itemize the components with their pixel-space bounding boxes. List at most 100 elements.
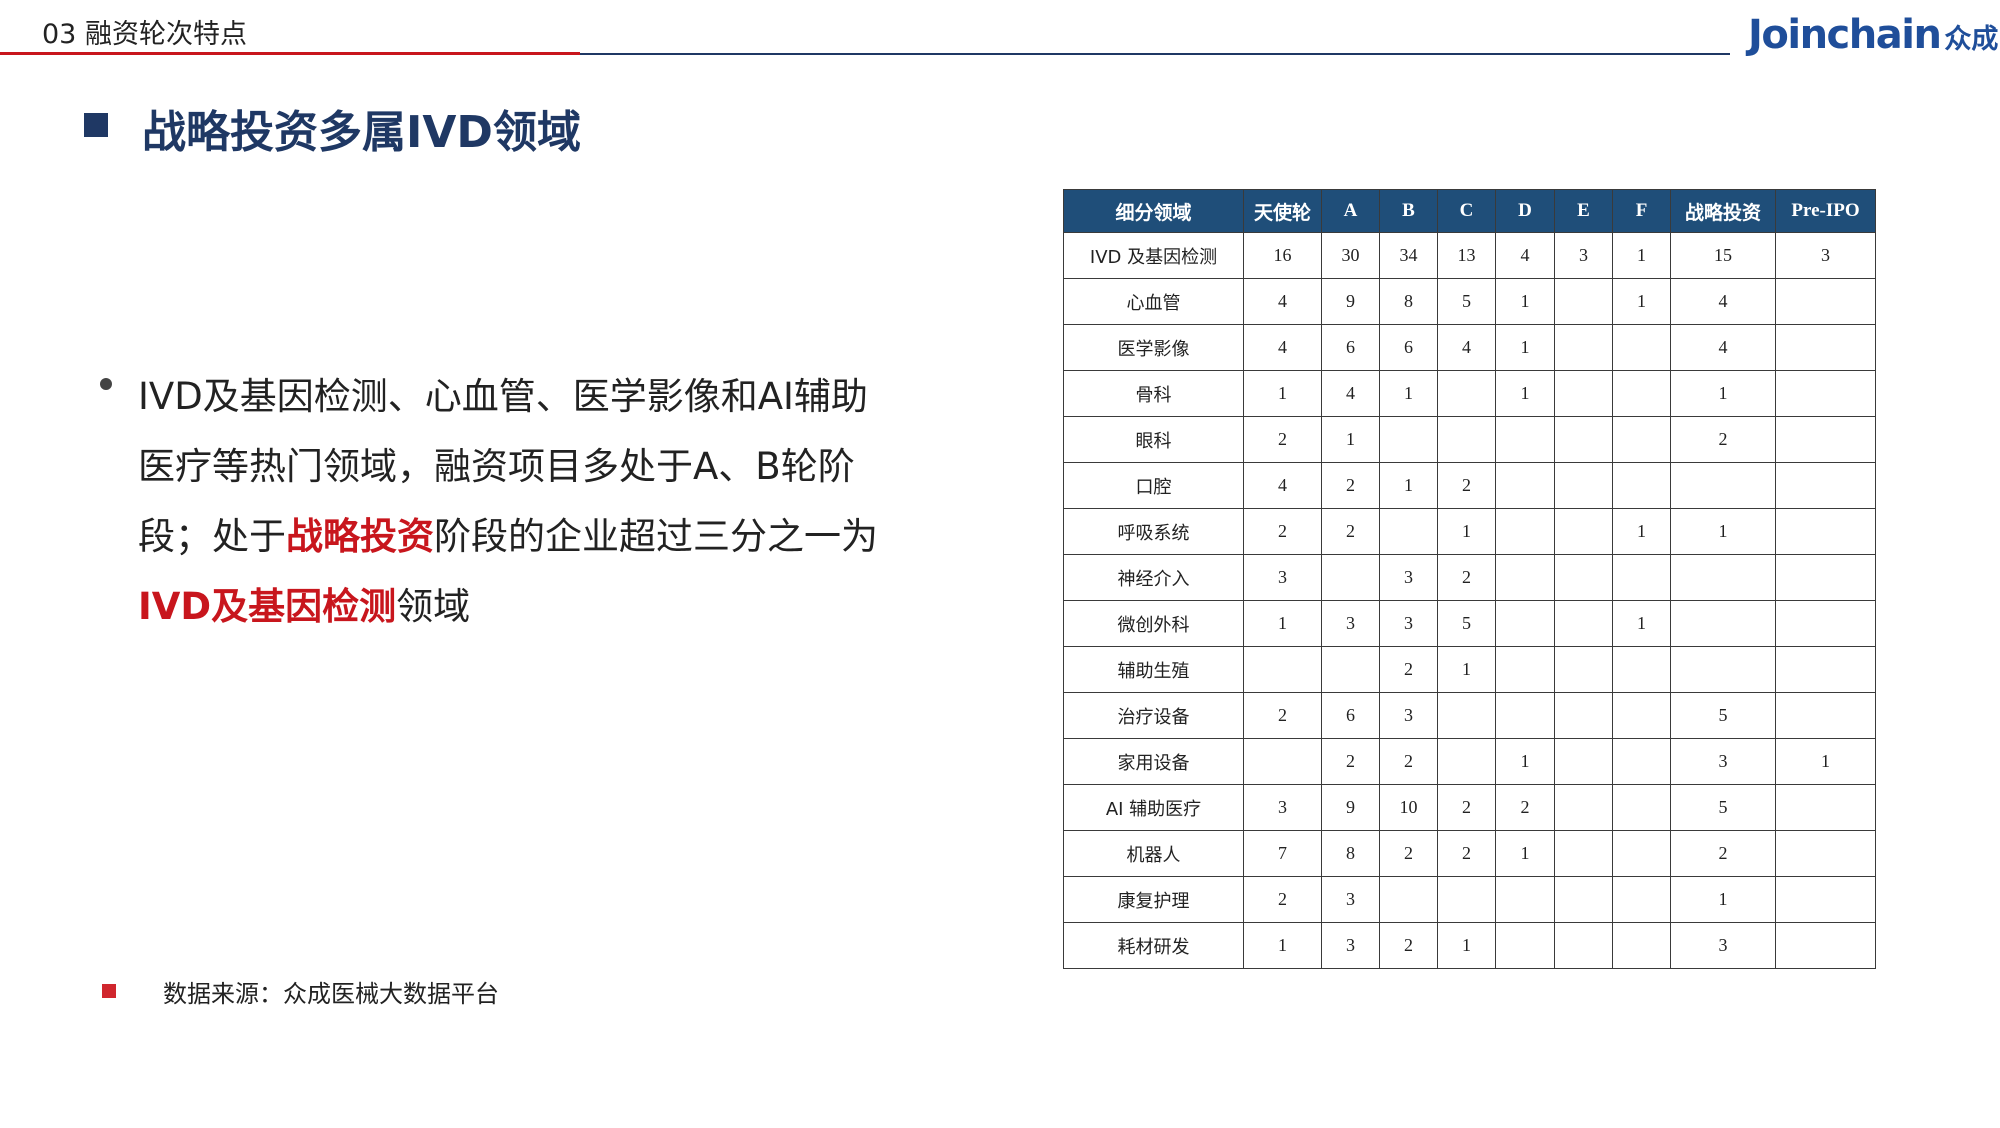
count-cell xyxy=(1612,738,1671,785)
table-row: 耗材研发 1 3 2 1 3 xyxy=(1063,922,1876,969)
count-cell xyxy=(1775,554,1876,601)
count-cell: 4 xyxy=(1243,278,1322,325)
category-cell: 眼科 xyxy=(1063,416,1244,463)
count-cell xyxy=(1495,554,1555,601)
header-cell: A xyxy=(1321,189,1380,233)
count-cell: 3 xyxy=(1670,738,1776,785)
category-cell: 治疗设备 xyxy=(1063,692,1244,739)
count-cell: 1 xyxy=(1612,278,1671,325)
count-cell: 1 xyxy=(1437,922,1496,969)
count-cell xyxy=(1321,554,1380,601)
count-cell xyxy=(1437,738,1496,785)
count-cell xyxy=(1612,416,1671,463)
count-cell xyxy=(1612,876,1671,923)
count-cell xyxy=(1554,646,1613,693)
count-cell xyxy=(1775,784,1876,831)
count-cell: 1 xyxy=(1775,738,1876,785)
count-cell xyxy=(1495,416,1555,463)
count-cell: 3 xyxy=(1243,554,1322,601)
count-cell xyxy=(1775,922,1876,969)
joinchain-logo: Joinchain 众成 xyxy=(1748,12,1998,62)
category-cell: 家用设备 xyxy=(1063,738,1244,785)
bullet-dot-icon xyxy=(100,378,112,390)
count-cell: 5 xyxy=(1670,692,1776,739)
count-cell: 4 xyxy=(1495,232,1555,279)
count-cell: 2 xyxy=(1243,508,1322,555)
count-cell xyxy=(1321,646,1380,693)
body-highlight-ivd: IVD及基因检测 xyxy=(138,585,397,628)
count-cell xyxy=(1554,416,1613,463)
count-cell xyxy=(1612,462,1671,509)
count-cell xyxy=(1437,370,1496,417)
count-cell xyxy=(1554,324,1613,371)
count-cell xyxy=(1554,830,1613,877)
count-cell xyxy=(1495,692,1555,739)
count-cell: 1 xyxy=(1321,416,1380,463)
count-cell xyxy=(1670,600,1776,647)
count-cell xyxy=(1775,278,1876,325)
category-cell: 骨科 xyxy=(1063,370,1244,417)
count-cell xyxy=(1612,370,1671,417)
slide-heading: 战略投资多属IVD领域 xyxy=(142,107,581,158)
count-cell xyxy=(1775,370,1876,417)
table-row: 辅助生殖 2 1 xyxy=(1063,646,1876,693)
count-cell: 1 xyxy=(1495,324,1555,371)
category-cell: 康复护理 xyxy=(1063,876,1244,923)
table-row: AI 辅助医疗 3 9 10 2 2 5 xyxy=(1063,784,1876,831)
count-cell: 2 xyxy=(1243,416,1322,463)
count-cell xyxy=(1670,462,1776,509)
count-cell: 1 xyxy=(1379,370,1438,417)
count-cell: 1 xyxy=(1437,646,1496,693)
section-title: 03 融资轮次特点 xyxy=(42,19,247,50)
count-cell xyxy=(1775,416,1876,463)
heading-square-bullet-icon xyxy=(84,113,108,137)
count-cell xyxy=(1554,508,1613,555)
count-cell: 2 xyxy=(1437,554,1496,601)
count-cell: 1 xyxy=(1243,600,1322,647)
count-cell: 5 xyxy=(1670,784,1776,831)
count-cell xyxy=(1554,600,1613,647)
count-cell xyxy=(1775,600,1876,647)
table-row: 治疗设备 2 6 3 5 xyxy=(1063,692,1876,739)
count-cell: 2 xyxy=(1243,692,1322,739)
count-cell: 3 xyxy=(1321,876,1380,923)
count-cell: 1 xyxy=(1495,278,1555,325)
category-cell: 口腔 xyxy=(1063,462,1244,509)
count-cell xyxy=(1379,508,1438,555)
count-cell xyxy=(1495,876,1555,923)
count-cell xyxy=(1554,692,1613,739)
table-row: 微创外科 1 3 3 5 1 xyxy=(1063,600,1876,647)
count-cell: 2 xyxy=(1437,462,1496,509)
count-cell: 1 xyxy=(1495,738,1555,785)
count-cell xyxy=(1775,646,1876,693)
count-cell: 4 xyxy=(1321,370,1380,417)
count-cell xyxy=(1437,692,1496,739)
count-cell xyxy=(1554,462,1613,509)
count-cell: 2 xyxy=(1379,830,1438,877)
table-row: 医学影像 4 6 6 4 1 4 xyxy=(1063,324,1876,371)
table-row: 口腔 4 2 1 2 xyxy=(1063,462,1876,509)
count-cell: 4 xyxy=(1243,324,1322,371)
category-cell: IVD 及基因检测 xyxy=(1063,232,1244,279)
table-row: 机器人 7 8 2 2 1 2 xyxy=(1063,830,1876,877)
count-cell: 15 xyxy=(1670,232,1776,279)
header-cell: 战略投资 xyxy=(1670,189,1776,233)
count-cell xyxy=(1495,646,1555,693)
count-cell: 3 xyxy=(1379,692,1438,739)
count-cell: 6 xyxy=(1379,324,1438,371)
table-row: 呼吸系统 2 2 1 1 1 xyxy=(1063,508,1876,555)
count-cell: 13 xyxy=(1437,232,1496,279)
count-cell xyxy=(1612,692,1671,739)
count-cell: 1 xyxy=(1379,462,1438,509)
body-text-part3: 领域 xyxy=(396,585,471,628)
count-cell: 2 xyxy=(1379,738,1438,785)
count-cell: 3 xyxy=(1379,554,1438,601)
count-cell: 5 xyxy=(1437,278,1496,325)
count-cell xyxy=(1379,876,1438,923)
count-cell: 1 xyxy=(1670,508,1776,555)
count-cell xyxy=(1612,830,1671,877)
count-cell: 10 xyxy=(1379,784,1438,831)
count-cell: 3 xyxy=(1670,922,1776,969)
count-cell: 2 xyxy=(1321,462,1380,509)
table-body: IVD 及基因检测 16 30 34 13 4 3 1 15 3 心血管 4 9 8 5 1 1 4 医学影像 4 6 6… xyxy=(1063,232,1876,969)
